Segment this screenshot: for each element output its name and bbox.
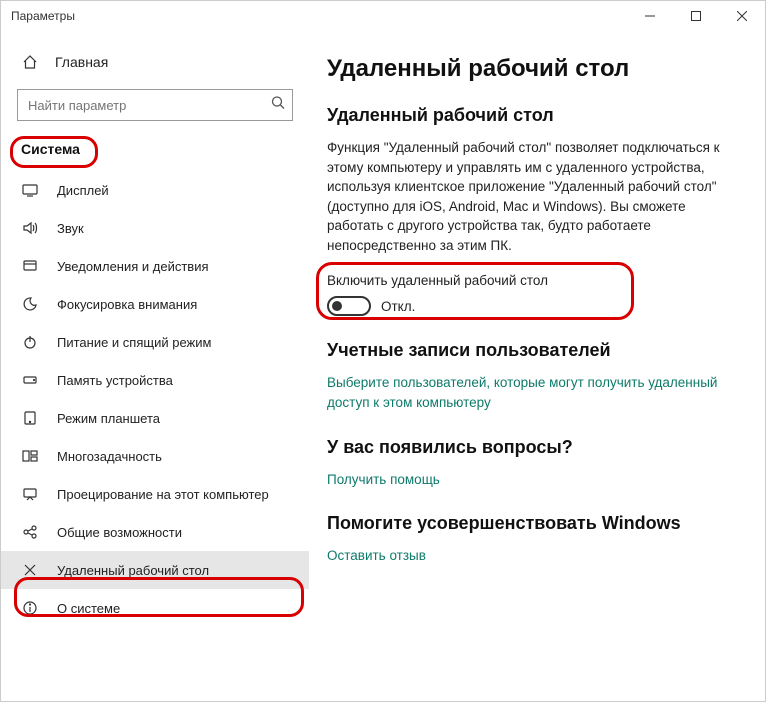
accounts-heading: Учетные записи пользователей — [327, 340, 739, 361]
nav-label: Фокусировка внимания — [57, 297, 197, 312]
select-users-link[interactable]: Выберите пользователей, которые могут по… — [327, 373, 739, 412]
close-button[interactable] — [719, 1, 765, 31]
nav-remote-desktop[interactable]: Удаленный рабочий стол — [1, 551, 309, 589]
focus-icon — [21, 295, 39, 313]
nav-display[interactable]: Дисплей — [1, 171, 309, 209]
storage-icon — [21, 371, 39, 389]
nav-list: Дисплей Звук Уведомления и действия Фоку… — [1, 171, 309, 627]
remote-icon — [21, 561, 39, 579]
tablet-icon — [21, 409, 39, 427]
nav-focus[interactable]: Фокусировка внимания — [1, 285, 309, 323]
maximize-button[interactable] — [673, 1, 719, 31]
nav-label: Удаленный рабочий стол — [57, 563, 209, 578]
title-bar: Параметры — [1, 1, 765, 31]
shared-icon — [21, 523, 39, 541]
nav-label: Память устройства — [57, 373, 173, 388]
nav-tablet[interactable]: Режим планшета — [1, 399, 309, 437]
multitask-icon — [21, 447, 39, 465]
search-icon — [271, 96, 285, 115]
nav-label: Многозадачность — [57, 449, 162, 464]
projecting-icon — [21, 485, 39, 503]
nav-sound[interactable]: Звук — [1, 209, 309, 247]
home-icon — [21, 53, 39, 71]
nav-label: Уведомления и действия — [57, 259, 209, 274]
questions-heading: У вас появились вопросы? — [327, 437, 739, 458]
notifications-icon — [21, 257, 39, 275]
category-heading: Система — [1, 133, 309, 171]
nav-notifications[interactable]: Уведомления и действия — [1, 247, 309, 285]
nav-multitask[interactable]: Многозадачность — [1, 437, 309, 475]
minimize-button[interactable] — [627, 1, 673, 31]
get-help-link[interactable]: Получить помощь — [327, 470, 739, 490]
nav-label: Общие возможности — [57, 525, 182, 540]
nav-projecting[interactable]: Проецирование на этот компьютер — [1, 475, 309, 513]
search-input[interactable] — [17, 89, 293, 121]
power-icon — [21, 333, 39, 351]
feedback-link[interactable]: Оставить отзыв — [327, 546, 739, 566]
nav-label: Питание и спящий режим — [57, 335, 211, 350]
home-nav[interactable]: Главная — [1, 45, 309, 79]
nav-label: Дисплей — [57, 183, 109, 198]
section-subheading: Удаленный рабочий стол — [327, 105, 739, 126]
about-icon — [21, 599, 39, 617]
sound-icon — [21, 219, 39, 237]
nav-about[interactable]: О системе — [1, 589, 309, 627]
display-icon — [21, 181, 39, 199]
nav-label: О системе — [57, 601, 120, 616]
nav-label: Звук — [57, 221, 84, 236]
remote-desktop-toggle[interactable] — [327, 296, 371, 316]
home-label: Главная — [55, 54, 108, 70]
nav-storage[interactable]: Память устройства — [1, 361, 309, 399]
enable-label: Включить удаленный рабочий стол — [327, 273, 739, 288]
settings-window: Параметры Главная Си — [0, 0, 766, 702]
feature-description: Функция "Удаленный рабочий стол" позволя… — [327, 138, 739, 255]
window-title: Параметры — [11, 9, 75, 23]
nav-power[interactable]: Питание и спящий режим — [1, 323, 309, 361]
nav-shared[interactable]: Общие возможности — [1, 513, 309, 551]
page-heading: Удаленный рабочий стол — [327, 55, 739, 83]
toggle-state-label: Откл. — [381, 299, 415, 314]
sidebar: Главная Система Дисплей Звук — [1, 31, 309, 701]
main-pane: Удаленный рабочий стол Удаленный рабочий… — [309, 31, 765, 701]
improve-heading: Помогите усовершенствовать Windows — [327, 513, 739, 534]
nav-label: Режим планшета — [57, 411, 160, 426]
nav-label: Проецирование на этот компьютер — [57, 487, 269, 502]
